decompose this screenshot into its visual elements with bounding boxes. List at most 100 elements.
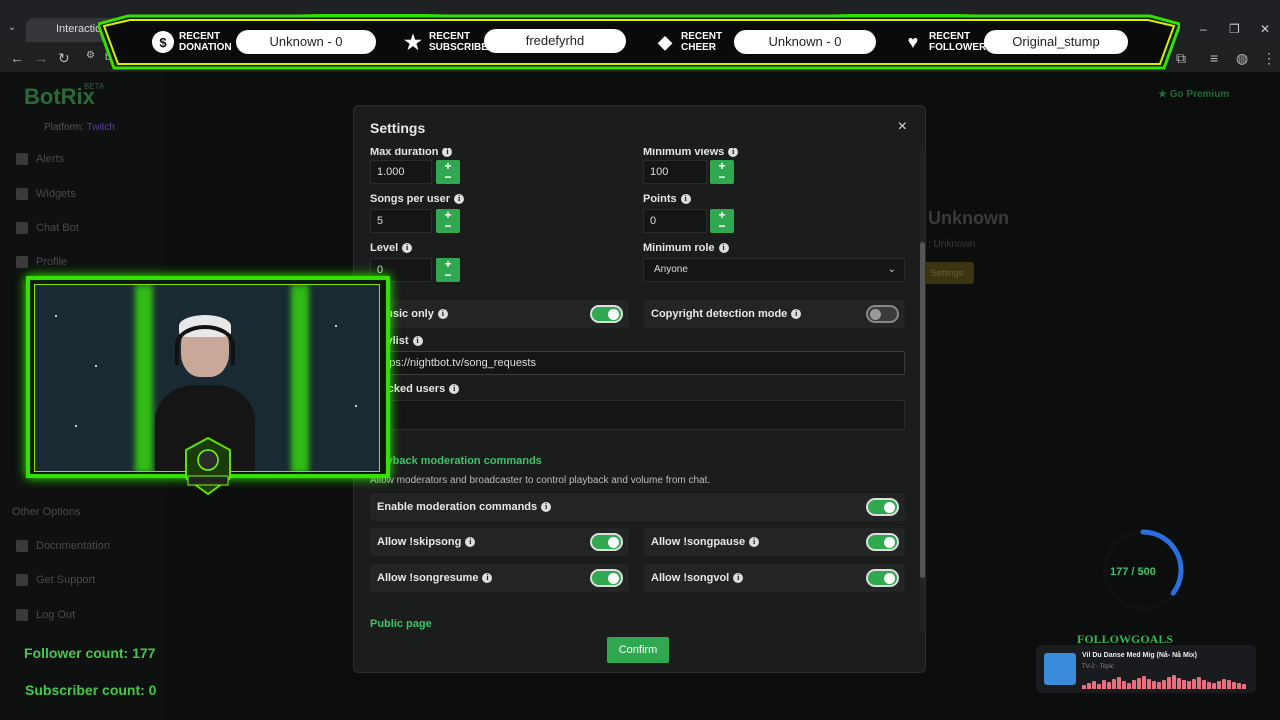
songresume-toggle[interactable] xyxy=(590,569,623,587)
platform-label: Platform: Twitch xyxy=(44,122,115,133)
max-duration-stepper[interactable]: + − xyxy=(436,160,460,184)
info-icon[interactable]: i xyxy=(718,243,729,253)
sidebar-item-documentation[interactable]: Documentation xyxy=(16,540,110,552)
profile-sidebar-icon xyxy=(16,256,28,268)
site-info-icon[interactable]: ⚙ xyxy=(86,50,95,61)
minimum-views-input[interactable]: 100 xyxy=(643,160,707,184)
widgets-icon xyxy=(16,188,28,200)
skipsong-toggle[interactable] xyxy=(590,533,623,551)
enable-moderation-toggle[interactable] xyxy=(866,498,899,516)
diamond-icon: ◆ xyxy=(658,31,672,52)
music-only-toggle[interactable] xyxy=(590,305,623,323)
info-icon[interactable]: i xyxy=(454,194,465,204)
subscriber-count: Subscriber count: 0 xyxy=(25,682,157,698)
info-icon[interactable]: i xyxy=(791,309,802,319)
reading-list-icon[interactable]: ≡ xyxy=(1210,50,1218,66)
modal-body: Max duration i 1.000 + − Minimum views i 10… xyxy=(354,148,927,634)
modal-title: Settings xyxy=(370,120,426,136)
beta-badge: BETA xyxy=(84,82,105,91)
songpause-toggle[interactable] xyxy=(866,533,899,551)
sidebar-item-widgets[interactable]: Widgets xyxy=(16,188,76,200)
info-icon[interactable]: i xyxy=(437,309,448,319)
confirm-button[interactable]: Confirm xyxy=(607,637,669,663)
blocked-users-input[interactable] xyxy=(370,400,905,430)
max-duration-label: Max duration i xyxy=(370,148,453,158)
reload-icon[interactable]: ↻ xyxy=(58,50,70,67)
forward-icon[interactable]: → xyxy=(34,50,48,66)
playback-moderation-heading: Playback moderation commands xyxy=(370,455,542,467)
info-icon[interactable]: i xyxy=(728,148,739,157)
alert-subscriber: ★ RECENT SUBSCRIBER xyxy=(402,31,495,54)
info-icon[interactable]: i xyxy=(442,148,453,157)
playlist-input[interactable]: https://nightbot.tv/song_requests xyxy=(370,351,905,375)
back-icon[interactable]: ← xyxy=(10,50,24,66)
songvol-toggle[interactable] xyxy=(866,569,899,587)
profile-icon[interactable]: ◍ xyxy=(1236,50,1248,67)
songs-per-user-label: Songs per user i xyxy=(370,193,465,205)
sidebar-item-alerts[interactable]: Alerts xyxy=(16,153,64,165)
settings-button[interactable]: Settings xyxy=(920,262,974,284)
alert-follower: ♥ RECENT FOLLOWER xyxy=(902,31,987,53)
alert-donation: $ RECENT DONATION xyxy=(152,31,235,53)
songresume-row: Allow !songresume i xyxy=(370,564,629,592)
sidebar-item-profile[interactable]: Profile xyxy=(16,256,67,268)
now-playing-widget: Vil Du Danse Med Mig (Nå- Nå Mix) TV-2 -… xyxy=(1036,645,1256,693)
public-page-heading[interactable]: Public page xyxy=(370,618,432,630)
songs-per-user-stepper[interactable]: + − xyxy=(436,209,460,233)
level-label: Level i xyxy=(370,242,413,254)
maximize-icon[interactable]: ❐ xyxy=(1229,22,1240,36)
alerts-icon xyxy=(16,153,28,165)
streamer-badge-logo xyxy=(185,436,231,496)
info-icon[interactable]: i xyxy=(402,243,413,253)
level-stepper[interactable]: + − xyxy=(436,258,460,282)
sidebar-item-chat-bot[interactable]: Chat Bot xyxy=(16,222,79,234)
info-icon[interactable]: i xyxy=(680,194,691,204)
info-icon[interactable]: i xyxy=(733,573,744,583)
documentation-icon xyxy=(16,540,28,552)
songvol-row: Allow !songvol i xyxy=(644,564,905,592)
song-title: Vil Du Danse Med Mig (Nå- Nå Mix) xyxy=(1082,652,1197,659)
copyright-toggle[interactable] xyxy=(866,305,899,323)
info-icon[interactable]: i xyxy=(465,537,476,547)
close-window-icon[interactable]: ✕ xyxy=(1260,22,1270,36)
minimize-icon[interactable]: – xyxy=(1200,22,1207,36)
close-icon[interactable]: × xyxy=(898,118,907,136)
webcam-overlay xyxy=(26,276,390,496)
points-label: Points i xyxy=(643,193,691,205)
songs-per-user-input[interactable]: 5 xyxy=(370,209,432,233)
skipsong-row: Allow !skipsong i xyxy=(370,528,629,556)
recent-donation-value: Unknown - 0 xyxy=(236,30,376,54)
minimum-views-label: Minimum views i xyxy=(643,148,739,158)
album-art xyxy=(1044,653,1076,685)
enable-moderation-label: Enable moderation commands i xyxy=(377,501,552,513)
points-stepper[interactable]: + − xyxy=(710,209,734,233)
copyright-label: Copyright detection mode i xyxy=(651,308,802,320)
alert-cheer: ◆ RECENT CHEER xyxy=(654,31,737,53)
minimum-role-select[interactable]: Anyone ⌄ xyxy=(643,258,905,282)
tab-list-icon[interactable]: ⌄ xyxy=(8,22,16,33)
sidebar-item-get-support[interactable]: Get Support xyxy=(16,574,95,586)
playback-moderation-desc: Allow moderators and broadcaster to cont… xyxy=(370,475,711,486)
music-only-row: Music only i xyxy=(370,300,629,328)
heart-icon: ♥ xyxy=(907,31,919,52)
minimum-views-stepper[interactable]: + − xyxy=(710,160,734,184)
go-premium-link[interactable]: ★ Go Premium xyxy=(1158,89,1229,100)
menu-icon[interactable]: ⋮ xyxy=(1262,50,1276,67)
sidebar-item-log-out[interactable]: Log Out xyxy=(16,609,75,621)
user-subtitle: : Unknown xyxy=(928,239,976,250)
info-icon[interactable]: i xyxy=(449,384,460,394)
support-icon xyxy=(16,574,28,586)
info-icon[interactable]: i xyxy=(412,336,423,346)
max-duration-input[interactable]: 1.000 xyxy=(370,160,432,184)
info-icon[interactable]: i xyxy=(482,573,493,583)
recent-cheer-value: Unknown - 0 xyxy=(734,30,876,54)
info-icon[interactable]: i xyxy=(749,537,760,547)
follower-count: Follower count: 177 xyxy=(24,645,156,661)
info-icon[interactable]: i xyxy=(541,502,552,512)
follow-goal-progress-text: 177 / 500 xyxy=(1110,566,1156,578)
recent-follower-value: Original_stump xyxy=(984,30,1128,54)
points-input[interactable]: 0 xyxy=(643,209,707,233)
user-name: Unknown xyxy=(928,208,1009,228)
songvol-label: Allow !songvol i xyxy=(651,572,744,584)
songresume-label: Allow !songresume i xyxy=(377,572,493,584)
